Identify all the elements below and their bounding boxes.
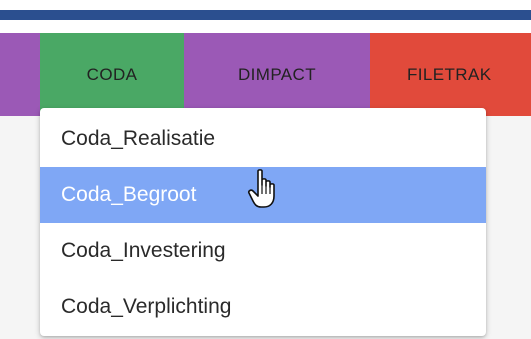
tab-dimpact[interactable]: DIMPACT — [184, 33, 370, 116]
menu-item-coda-verplichting[interactable]: Coda_Verplichting — [40, 279, 486, 335]
menu-item-coda-investering[interactable]: Coda_Investering — [40, 223, 486, 279]
top-bar — [0, 10, 531, 20]
tab-coda[interactable]: CODA — [40, 33, 184, 116]
coda-dropdown-menu: Coda_Realisatie Coda_Begroot Coda_Invest… — [40, 108, 486, 336]
top-strip — [0, 0, 531, 10]
tab-filetrak[interactable]: FILETRAK — [370, 33, 531, 116]
header-gap — [0, 20, 531, 33]
tab-bar: CODA DIMPACT FILETRAK — [0, 33, 531, 116]
hand-pointer-icon — [248, 169, 275, 208]
menu-item-coda-realisatie[interactable]: Coda_Realisatie — [40, 111, 486, 167]
tab-partial[interactable] — [0, 33, 40, 116]
